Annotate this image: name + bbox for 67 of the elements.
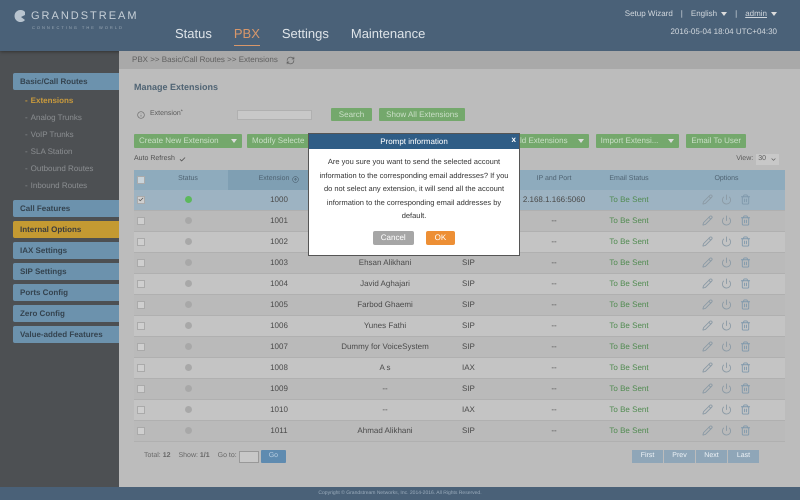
table-cell: SIP	[462, 320, 475, 332]
table-cell: SIP	[462, 278, 475, 290]
table-cell: --	[551, 256, 557, 268]
table-cell: --	[551, 214, 557, 226]
separator: |	[680, 8, 683, 20]
dash-marker: -	[25, 128, 28, 140]
dash-marker: -	[25, 162, 28, 174]
breadcrumb: PBX >> Basic/Call Routes >> Extensions	[132, 54, 278, 66]
table-cell: 1008	[270, 362, 288, 374]
separator: |	[735, 8, 738, 20]
table-cell: 2.168.1.166:5060	[522, 194, 586, 206]
page-title: Manage Extensions	[134, 81, 220, 94]
table-cell: --	[551, 362, 557, 374]
table-cell: 1010	[270, 404, 288, 416]
table-cell: 1011	[270, 424, 288, 436]
table-cell: 1001	[270, 214, 288, 226]
table-cell: SIP	[462, 424, 475, 436]
table-cell: To Be Sent	[609, 278, 649, 290]
table-cell: --	[551, 340, 557, 352]
table-cell: --	[551, 278, 557, 290]
table-cell: 1002	[270, 236, 288, 248]
table-cell: To Be Sent	[609, 340, 649, 352]
table-cell: To Be Sent	[609, 256, 649, 268]
table-cell: 1004	[270, 278, 288, 290]
table-cell: To Be Sent	[609, 424, 649, 436]
table-cell: Dummy for VoiceSystem	[341, 340, 429, 352]
table-cell: To Be Sent	[609, 236, 649, 248]
table-cell: 1000	[270, 194, 288, 206]
table-cell: To Be Sent	[609, 362, 649, 374]
table-cell: --	[551, 404, 557, 416]
dialog-title: Prompt information	[380, 136, 448, 148]
dash-marker: -	[25, 94, 28, 106]
table-cell: --	[551, 236, 557, 248]
table-cell: SIP	[462, 382, 475, 394]
table-cell: To Be Sent	[609, 382, 649, 394]
table-cell: 1009	[270, 382, 288, 394]
table-cell: 1007	[270, 340, 288, 352]
table-cell: --	[551, 298, 557, 310]
table-cell: SIP	[462, 340, 475, 352]
table-cell: 1003	[270, 256, 288, 268]
table-cell: To Be Sent	[609, 194, 649, 206]
dash-marker: -	[25, 146, 28, 158]
table-cell: --	[382, 382, 388, 394]
logo-name: GRANDSTREAM	[31, 9, 139, 24]
table-cell: IAX	[462, 404, 475, 416]
table-cell: Javid Aghajari	[360, 278, 410, 290]
table-cell: To Be Sent	[609, 298, 649, 310]
table-cell: A s	[379, 362, 391, 374]
table-cell: --	[551, 320, 557, 332]
table-cell: To Be Sent	[609, 404, 649, 416]
table-cell: --	[551, 424, 557, 436]
table-cell: --	[382, 404, 388, 416]
table-cell: SIP	[462, 256, 475, 268]
table-cell: Yunes Fathi	[364, 320, 406, 332]
table-cell: To Be Sent	[609, 214, 649, 226]
table-cell: To Be Sent	[609, 320, 649, 332]
table-cell: 1006	[270, 320, 288, 332]
table-cell: Ahmad Alikhani	[357, 424, 413, 436]
dash-marker: -	[25, 112, 28, 124]
table-cell: Farbod Ghaemi	[357, 298, 413, 310]
table-cell: --	[551, 382, 557, 394]
table-cell: IAX	[462, 362, 475, 374]
datetime: 2016-05-04 18:04 UTC+04:30	[670, 26, 777, 38]
dash-marker: -	[25, 180, 28, 192]
table-cell: Ehsan Alikhani	[358, 256, 412, 268]
table-cell: 1005	[270, 298, 288, 310]
table-cell: SIP	[462, 298, 475, 310]
